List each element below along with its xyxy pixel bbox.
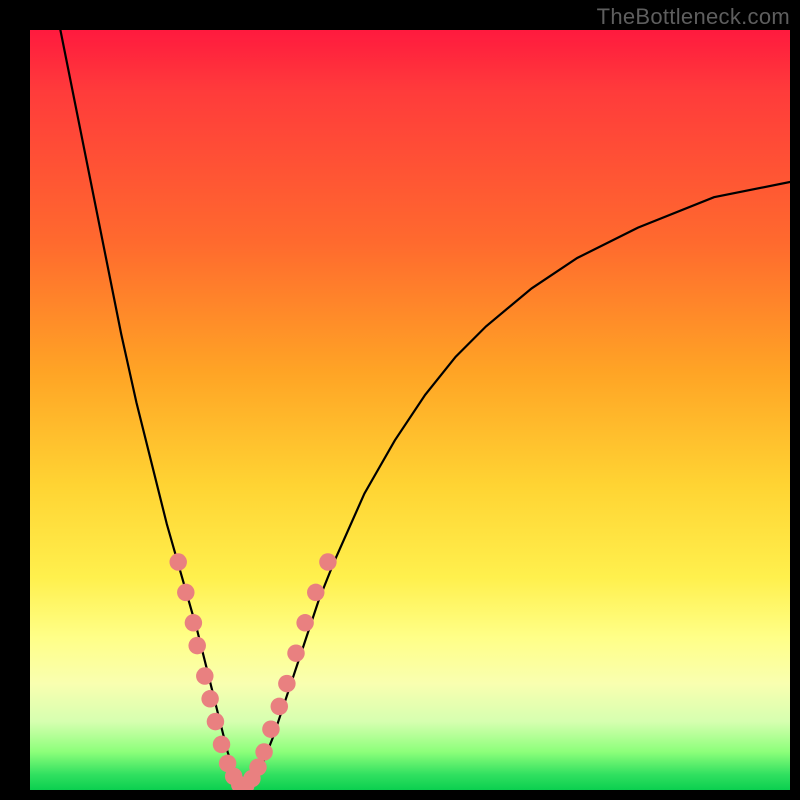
sample-point bbox=[319, 553, 336, 570]
sample-point bbox=[237, 777, 254, 790]
sample-point bbox=[219, 755, 236, 772]
sample-point bbox=[243, 770, 260, 787]
sample-point bbox=[307, 584, 324, 601]
chart-overlay bbox=[30, 30, 790, 790]
sample-point bbox=[213, 736, 230, 753]
bottleneck-curve bbox=[60, 30, 790, 786]
chart-frame: TheBottleneck.com bbox=[0, 0, 800, 800]
sample-point bbox=[262, 720, 279, 737]
sample-point bbox=[249, 758, 266, 775]
sample-point bbox=[255, 743, 272, 760]
sample-point bbox=[188, 637, 205, 654]
sample-points bbox=[169, 553, 336, 790]
plot-area bbox=[30, 30, 790, 790]
sample-point bbox=[185, 614, 202, 631]
sample-point bbox=[177, 584, 194, 601]
watermark-text: TheBottleneck.com bbox=[597, 4, 790, 30]
sample-point bbox=[278, 675, 295, 692]
sample-point bbox=[287, 644, 304, 661]
sample-point bbox=[169, 553, 186, 570]
sample-point bbox=[231, 776, 248, 790]
sample-point bbox=[207, 713, 224, 730]
sample-point bbox=[196, 667, 213, 684]
sample-point bbox=[296, 614, 313, 631]
sample-point bbox=[225, 768, 242, 785]
sample-point bbox=[201, 690, 218, 707]
sample-point bbox=[271, 698, 288, 715]
